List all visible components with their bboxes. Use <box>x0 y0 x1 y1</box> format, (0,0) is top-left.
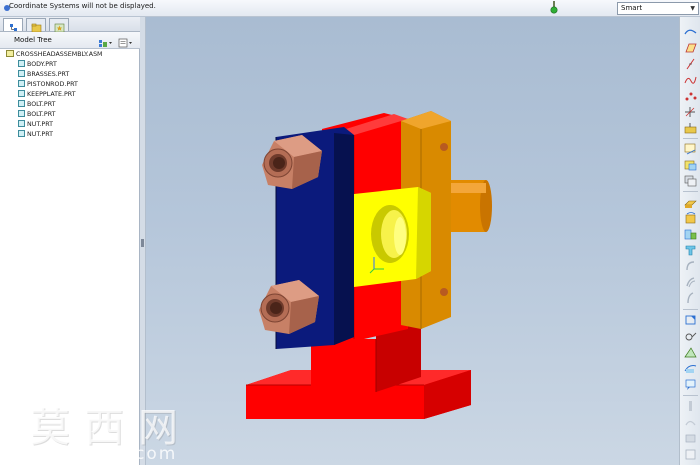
part-icon <box>18 70 25 77</box>
tree-item-label: PISTONROD.PRT <box>27 81 78 88</box>
tree-item-keepplate[interactable]: KEEPPLATE.PRT <box>18 90 76 100</box>
draft-icon[interactable] <box>683 313 698 327</box>
tree-root-item[interactable]: CROSSHEADASSEMBLY.ASM <box>6 50 103 60</box>
status-light-icon[interactable] <box>550 1 558 15</box>
datum-display-icon[interactable] <box>683 25 698 39</box>
thicken-icon[interactable] <box>683 447 698 461</box>
pattern-icon[interactable] <box>683 361 698 375</box>
tree-root-label: CROSSHEADASSEMBLY.ASM <box>16 51 103 58</box>
tree-item-label: BOLT.PRT <box>27 101 56 108</box>
offset-icon[interactable] <box>683 431 698 445</box>
mirror-icon[interactable] <box>683 377 698 391</box>
selection-filter-value: Smart <box>621 4 643 12</box>
tree-item-bolt-1[interactable]: BOLT.PRT <box>18 100 55 110</box>
tree-item-nut-1[interactable]: NUT.PRT <box>18 120 53 130</box>
brasses-part[interactable] <box>354 187 431 287</box>
model-tree-title: Model Tree <box>14 36 52 44</box>
curve-icon[interactable] <box>683 73 698 87</box>
tree-item-label: NUT.PRT <box>27 131 53 138</box>
tree-item-pistonrod[interactable]: PISTONROD.PRT <box>18 80 78 90</box>
copy-icon[interactable] <box>683 174 698 188</box>
part-icon <box>18 110 25 117</box>
navigator-tabs <box>0 17 140 33</box>
trim-icon[interactable] <box>683 399 698 413</box>
revolve-icon[interactable] <box>683 211 698 225</box>
tree-item-body[interactable]: BODY.PRT <box>18 60 57 70</box>
chamfer-icon[interactable] <box>683 291 698 305</box>
favorites-tab[interactable] <box>49 18 69 33</box>
part-icon <box>18 120 25 127</box>
extrude-icon[interactable] <box>683 195 698 209</box>
assembly-icon <box>6 50 14 57</box>
rib-icon[interactable] <box>683 345 698 359</box>
tree-item-label: BRASSES.PRT <box>27 71 70 78</box>
model-tree-header: Model Tree <box>0 32 140 49</box>
chevron-down-icon: ▼ <box>690 5 695 12</box>
part-icon <box>18 100 25 107</box>
part-icon <box>18 90 25 97</box>
tree-settings-icon <box>99 40 112 47</box>
tree-item-label: BODY.PRT <box>27 61 57 68</box>
axis-icon[interactable] <box>683 57 698 71</box>
tree-item-bolt-2[interactable]: BOLT.PRT <box>18 110 55 120</box>
tree-item-label: BOLT.PRT <box>27 111 56 118</box>
tree-item-label: NUT.PRT <box>27 121 53 128</box>
analysis-icon[interactable] <box>683 121 698 135</box>
tree-item-nut-2[interactable]: NUT.PRT <box>18 130 53 140</box>
folder-browser-tab[interactable] <box>26 18 46 33</box>
toolbar-separator <box>683 395 698 396</box>
model-tree-tab[interactable] <box>3 18 23 31</box>
splitter-grip[interactable] <box>141 239 144 247</box>
watermark-url: www.3dmox.com <box>6 444 178 464</box>
message-bar: Coordinate Systems will not be displayed… <box>0 0 700 17</box>
csys-icon[interactable] <box>683 105 698 119</box>
part-icon <box>18 80 25 87</box>
tree-item-brasses[interactable]: BRASSES.PRT <box>18 70 69 80</box>
app-window: Coordinate Systems will not be displayed… <box>0 0 700 465</box>
feature-icon[interactable] <box>683 158 698 172</box>
part-icon <box>18 60 25 67</box>
blend-icon[interactable] <box>683 243 698 257</box>
hole-icon[interactable] <box>683 259 698 273</box>
toolbar-separator <box>683 138 698 139</box>
toolbar-separator <box>683 191 698 192</box>
tree-show-icon <box>118 38 132 48</box>
toolbar-separator <box>683 309 698 310</box>
plane-icon[interactable] <box>683 41 698 55</box>
tree-show-button[interactable] <box>117 34 133 48</box>
point-icon[interactable] <box>683 89 698 103</box>
selection-filter-dropdown[interactable]: Smart ▼ <box>617 2 699 15</box>
feature-toolbar <box>679 17 700 465</box>
message-text: Coordinate Systems will not be displayed… <box>9 2 156 10</box>
annotation-icon[interactable] <box>683 142 698 156</box>
round-icon[interactable] <box>683 275 698 289</box>
tree-settings-button[interactable] <box>97 34 113 47</box>
shell-icon[interactable] <box>683 329 698 343</box>
tree-item-label: KEEPPLATE.PRT <box>27 91 76 98</box>
part-icon <box>18 130 25 137</box>
sweep-icon[interactable] <box>683 227 698 241</box>
graphics-viewport[interactable] <box>146 17 679 465</box>
crosshead-assembly-model[interactable] <box>146 17 679 465</box>
merge-icon[interactable] <box>683 415 698 429</box>
